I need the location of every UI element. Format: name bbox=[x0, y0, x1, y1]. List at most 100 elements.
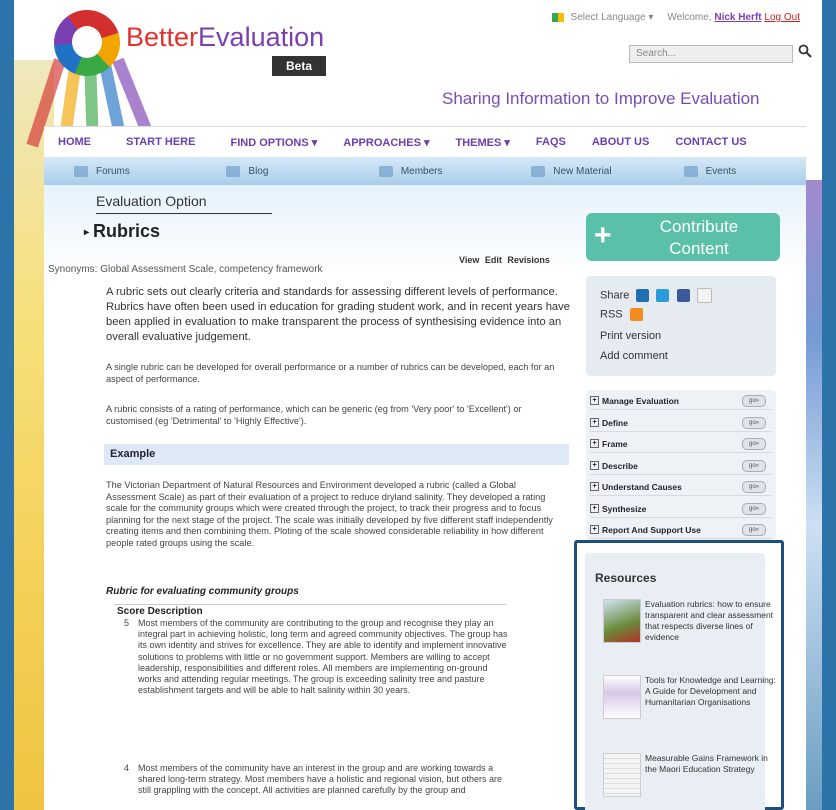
divider bbox=[114, 604, 506, 605]
search-input[interactable]: Search... bbox=[629, 45, 793, 63]
subnav-members[interactable]: Members bbox=[349, 165, 501, 177]
menu-item-label: Report And Support Use bbox=[602, 524, 701, 535]
logout-link[interactable]: Log Out bbox=[764, 12, 800, 23]
events-icon bbox=[683, 165, 698, 177]
select-language[interactable]: Select Language bbox=[571, 12, 646, 23]
brand-part2: Evaluation bbox=[198, 22, 325, 52]
expand-icon: + bbox=[590, 439, 599, 448]
resource-title: Measurable Gains Framework in the Maori … bbox=[645, 753, 768, 774]
paragraph: A single rubric can be developed for ove… bbox=[106, 362, 555, 384]
expand-icon: + bbox=[590, 396, 599, 405]
nav-approaches[interactable]: APPROACHES ▾ bbox=[330, 136, 442, 149]
expand-icon: + bbox=[590, 482, 599, 491]
expand-icon: + bbox=[590, 525, 599, 534]
menu-item-label: Understand Causes bbox=[602, 481, 682, 492]
resource-thumbnail bbox=[603, 675, 641, 719]
score-value: 5 bbox=[124, 618, 130, 628]
email-icon[interactable] bbox=[696, 288, 712, 303]
page-frame: BetterEvaluation Beta Sharing Informatio… bbox=[14, 0, 822, 810]
menu-item-understand-causes[interactable]: + Understand Causes go» bbox=[590, 478, 772, 496]
add-comment-link[interactable]: Add comment bbox=[600, 350, 668, 362]
brand-logo[interactable]: BetterEvaluation bbox=[126, 22, 324, 53]
nav-home[interactable]: HOME bbox=[44, 136, 104, 148]
menu-item-describe[interactable]: + Describe go» bbox=[590, 457, 772, 475]
menu-item-label: Define bbox=[602, 417, 628, 428]
subnav-forums[interactable]: Forums bbox=[44, 165, 196, 177]
resources-panel: Resources Evaluation rubrics: how to ens… bbox=[574, 540, 784, 810]
sub-nav: Forums Blog Members New Material Events bbox=[44, 157, 806, 185]
go-button[interactable]: go» bbox=[742, 481, 766, 493]
nav-about-us[interactable]: ABOUT US bbox=[579, 136, 662, 148]
main-nav: HOME START HERE FIND OPTIONS ▾ APPROACHE… bbox=[44, 126, 806, 158]
linkedin-icon[interactable] bbox=[636, 289, 650, 302]
section-label: Evaluation Option bbox=[96, 193, 207, 209]
menu-item-synthesize[interactable]: + Synthesize go» bbox=[590, 500, 772, 518]
page-title: ▸ Rubrics bbox=[84, 221, 160, 242]
expand-icon: + bbox=[590, 418, 599, 427]
arrow-icon: ▸ bbox=[84, 226, 90, 238]
top-links: Select Language ▾ Welcome, Nick Herft Lo… bbox=[551, 12, 800, 23]
brand-part1: Better bbox=[126, 22, 199, 52]
subnav-members-label: Members bbox=[400, 165, 443, 177]
tagline: Sharing Information to Improve Evaluatio… bbox=[442, 89, 760, 108]
rss-label: RSS bbox=[600, 308, 623, 321]
paragraph: A rubric consists of a rating of perform… bbox=[106, 404, 522, 426]
share-panel: Share RSS Print version Add comment bbox=[586, 276, 776, 376]
table-row: 4 Most members of the community have an … bbox=[124, 763, 508, 797]
print-version-link[interactable]: Print version bbox=[600, 330, 661, 342]
menu-item-label: Manage Evaluation bbox=[602, 395, 679, 406]
logo-icon[interactable] bbox=[54, 10, 120, 76]
subnav-events[interactable]: Events bbox=[654, 165, 806, 177]
menu-item-manage-evaluation[interactable]: + Manage Evaluation go» bbox=[590, 392, 772, 410]
subnav-events-label: Events bbox=[705, 165, 737, 177]
share-row: Share bbox=[600, 288, 712, 303]
go-button[interactable]: go» bbox=[742, 438, 766, 450]
forums-icon bbox=[74, 165, 88, 177]
subnav-new-material-label: New Material bbox=[553, 165, 612, 177]
new-material-icon bbox=[531, 165, 546, 177]
contribute-content-button[interactable]: + Contribute Content bbox=[586, 213, 780, 261]
go-button[interactable]: go» bbox=[742, 460, 766, 472]
resource-thumbnail bbox=[603, 599, 641, 643]
nav-themes[interactable]: THEMES ▾ bbox=[442, 136, 522, 149]
nav-contact-us[interactable]: CONTACT US bbox=[662, 136, 759, 148]
rss-icon bbox=[629, 308, 643, 321]
menu-item-label: Describe bbox=[602, 460, 638, 471]
description-column-header: Description bbox=[147, 606, 203, 617]
subnav-blog-label: Blog bbox=[248, 165, 269, 177]
synonyms: Synonyms: Global Assessment Scale, compe… bbox=[48, 264, 323, 275]
go-button[interactable]: go» bbox=[742, 503, 766, 515]
go-button[interactable]: go» bbox=[742, 524, 766, 536]
divider bbox=[96, 213, 272, 214]
nav-faqs[interactable]: FAQS bbox=[523, 136, 579, 148]
expand-icon: + bbox=[590, 461, 599, 470]
score-value: 4 bbox=[124, 763, 130, 773]
search-icon[interactable] bbox=[798, 44, 812, 58]
nav-start-here[interactable]: START HERE bbox=[104, 136, 208, 148]
example-paragraph: The Victorian Department of Natural Reso… bbox=[106, 480, 553, 548]
resources-title: Resources bbox=[595, 571, 657, 585]
menu-item-define[interactable]: + Define go» bbox=[590, 414, 772, 432]
user-link[interactable]: Nick Herft bbox=[714, 12, 761, 23]
page-tabs[interactable]: View Edit Revisions bbox=[459, 255, 550, 265]
evaluation-menu: + Manage Evaluation go» + Define go» + Frame g… bbox=[586, 390, 776, 540]
rss-row[interactable]: RSS bbox=[600, 308, 643, 321]
menu-item-frame[interactable]: + Frame go» bbox=[590, 435, 772, 453]
score-column-header: Score bbox=[117, 606, 145, 617]
welcome-text: Welcome, bbox=[667, 12, 712, 23]
nav-find-options[interactable]: FIND OPTIONS ▾ bbox=[208, 136, 330, 149]
example-heading: Example bbox=[104, 444, 569, 465]
intro-paragraph: A rubric sets out clearly criteria and s… bbox=[106, 286, 570, 343]
subnav-blog[interactable]: Blog bbox=[196, 165, 348, 177]
score-table-header: Score Description bbox=[117, 606, 203, 617]
subnav-new-material[interactable]: New Material bbox=[501, 165, 653, 177]
score-description: Most members of the community have an in… bbox=[138, 763, 503, 796]
facebook-icon[interactable] bbox=[676, 289, 690, 302]
go-button[interactable]: go» bbox=[742, 417, 766, 429]
twitter-icon[interactable] bbox=[656, 289, 670, 302]
plus-icon: + bbox=[594, 219, 612, 252]
rubric-heading: Rubric for evaluating community groups bbox=[106, 586, 299, 597]
menu-item-report-and-support-use[interactable]: + Report And Support Use go» bbox=[590, 521, 772, 539]
menu-item-label: Synthesize bbox=[602, 503, 647, 514]
go-button[interactable]: go» bbox=[742, 395, 766, 407]
